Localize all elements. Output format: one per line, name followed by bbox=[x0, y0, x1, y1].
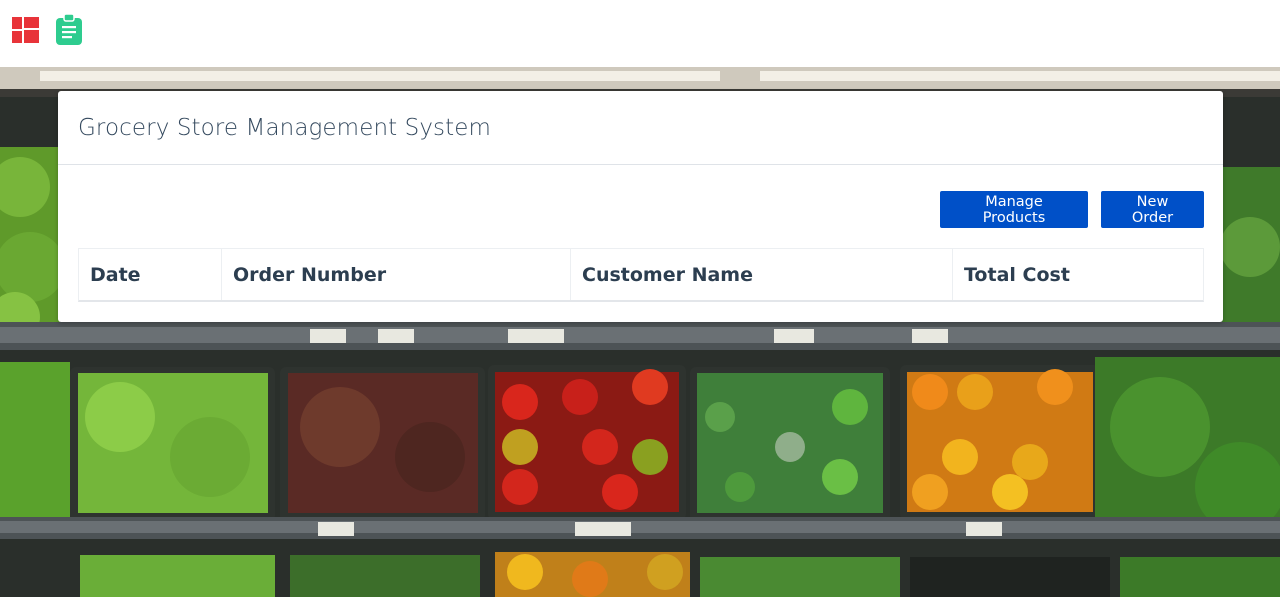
new-order-button[interactable]: New Order bbox=[1101, 191, 1204, 228]
orders-table: Date Order Number Customer Name Total Co… bbox=[78, 248, 1204, 302]
column-header-customer-name[interactable]: Customer Name bbox=[571, 249, 953, 300]
column-header-date[interactable]: Date bbox=[79, 249, 222, 300]
top-navbar bbox=[0, 0, 1280, 67]
page-title: Grocery Store Management System bbox=[78, 114, 492, 141]
clipboard-icon[interactable] bbox=[55, 14, 83, 45]
grid-logo-icon[interactable] bbox=[12, 17, 39, 43]
column-header-order-number[interactable]: Order Number bbox=[222, 249, 571, 300]
orders-card: Grocery Store Management System Manage P… bbox=[58, 91, 1223, 322]
card-header: Grocery Store Management System bbox=[58, 91, 1223, 165]
action-buttons: Manage Products New Order bbox=[940, 191, 1204, 228]
manage-products-button[interactable]: Manage Products bbox=[940, 191, 1088, 228]
column-header-total-cost[interactable]: Total Cost bbox=[953, 249, 1203, 300]
